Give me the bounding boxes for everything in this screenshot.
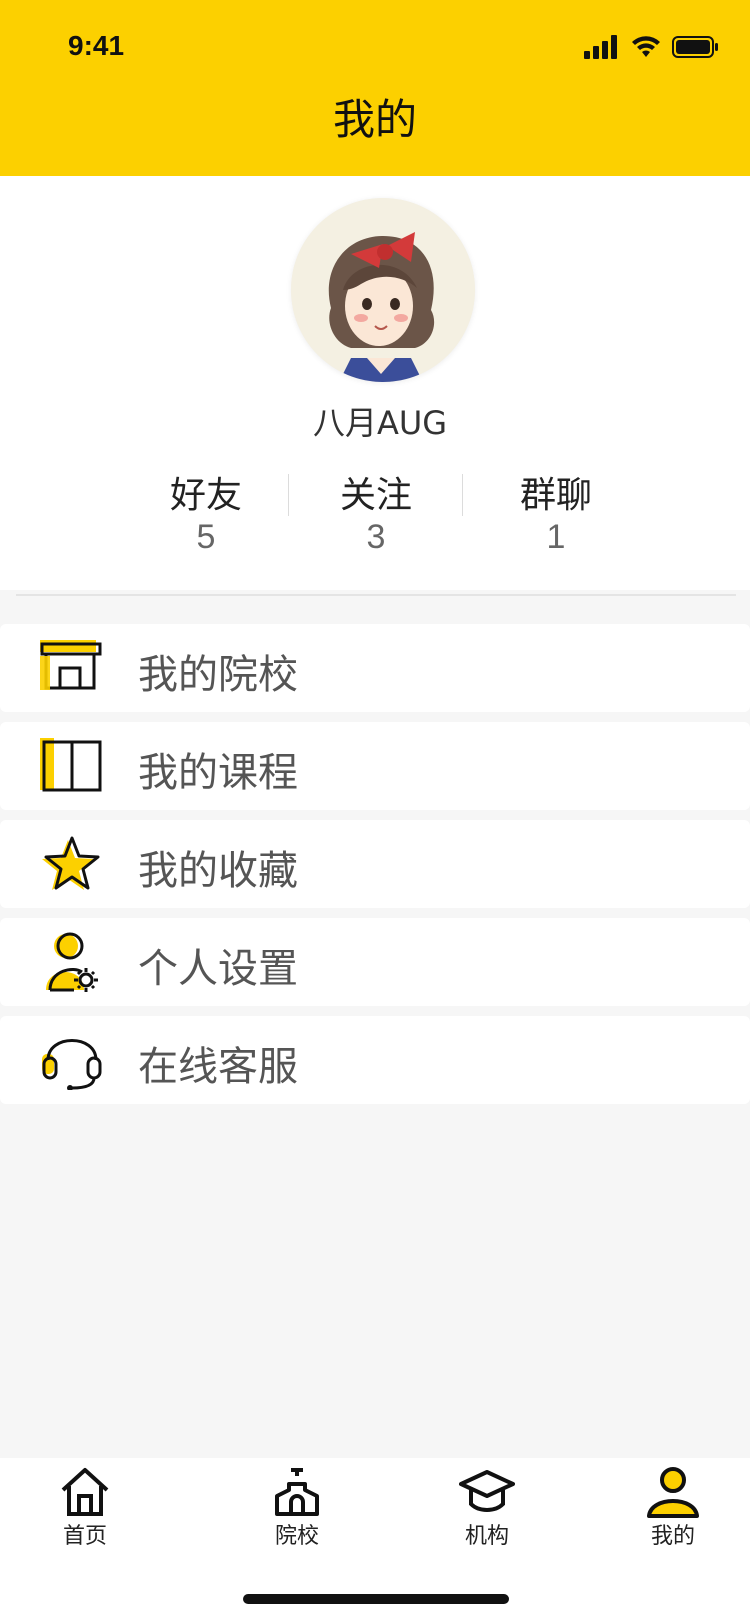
menu-item-customer-service[interactable]: 在线客服 (0, 1016, 750, 1104)
profile-section: 八月AUG 好友 5 关注 3 群聊 1 (0, 176, 750, 590)
star-icon (38, 834, 106, 894)
user-settings-icon (38, 932, 106, 992)
menu-item-label: 我的收藏 (138, 848, 298, 894)
status-time: 9:41 (68, 30, 125, 61)
signal-icon (584, 35, 617, 59)
avatar[interactable] (291, 198, 475, 382)
home-indicator (243, 1594, 509, 1604)
battery-icon (672, 36, 718, 58)
stat-count: 1 (546, 518, 566, 556)
stat-divider (462, 474, 463, 516)
tab-label: 首页 (62, 1524, 107, 1549)
book-icon (38, 736, 106, 796)
stat-groups[interactable]: 群聊 1 (476, 466, 636, 557)
menu-item-label: 个人设置 (138, 946, 298, 992)
status-icons (584, 30, 720, 64)
menu-item-settings[interactable]: 个人设置 (0, 918, 750, 1006)
tab-label: 院校 (274, 1524, 319, 1549)
tab-institution[interactable]: 机构 (432, 1466, 542, 1550)
tab-label: 我的 (650, 1524, 695, 1549)
tab-mine[interactable]: 我的 (618, 1466, 728, 1550)
stat-label: 关注 (339, 475, 412, 516)
menu-item-label: 我的课程 (138, 750, 298, 796)
profile-icon (647, 1467, 699, 1518)
stat-label: 群聊 (519, 475, 592, 516)
school-tab-icon (275, 1468, 319, 1516)
headset-icon (38, 1030, 106, 1091)
tab-label: 机构 (464, 1524, 509, 1549)
tab-school[interactable]: 院校 (242, 1466, 352, 1550)
username: 八月AUG (312, 404, 448, 442)
menu-item-label: 在线客服 (138, 1044, 298, 1090)
stat-following[interactable]: 关注 3 (296, 466, 456, 557)
tab-home[interactable]: 首页 (30, 1466, 140, 1550)
menu-item-my-courses[interactable]: 我的课程 (0, 722, 750, 810)
stats-row: 好友 5 关注 3 群聊 1 (0, 466, 750, 576)
stat-friends[interactable]: 好友 5 (126, 466, 286, 557)
header: 9:41 我的 (0, 0, 750, 176)
school-icon (38, 638, 106, 698)
wifi-icon (632, 36, 660, 57)
stat-divider (288, 474, 289, 516)
avatar-illustration (291, 198, 475, 382)
home-icon (61, 1468, 109, 1516)
stat-count: 5 (196, 518, 216, 556)
menu-item-my-school[interactable]: 我的院校 (0, 624, 750, 712)
graduation-cap-icon (459, 1470, 515, 1512)
stat-count: 3 (366, 518, 386, 556)
stat-label: 好友 (169, 475, 242, 516)
section-divider (16, 594, 736, 596)
menu-item-my-favorites[interactable]: 我的收藏 (0, 820, 750, 908)
menu-item-label: 我的院校 (138, 652, 298, 698)
page-title: 我的 (332, 95, 417, 144)
